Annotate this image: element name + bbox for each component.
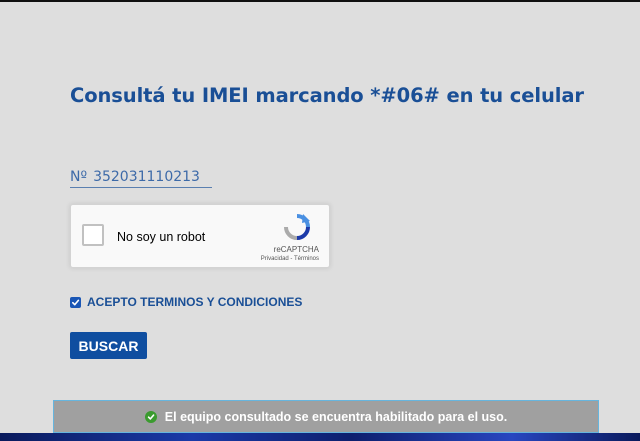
- terms-checkbox[interactable]: [70, 296, 81, 308]
- recaptcha-checkbox[interactable]: [82, 224, 104, 246]
- imei-prefix: Nº: [70, 169, 88, 185]
- page-title: Consultá tu IMEI marcando *#06# en tu ce…: [70, 84, 584, 107]
- imei-field[interactable]: Nº: [70, 167, 212, 188]
- imei-input[interactable]: [93, 169, 204, 185]
- check-circle-icon: [144, 410, 157, 423]
- terms-label: ACEPTO TERMINOS Y CONDICIONES: [87, 295, 303, 309]
- status-message: El equipo consultado se encuentra habili…: [164, 409, 508, 424]
- window-top-edge: [0, 0, 640, 2]
- desktop-background: [0, 433, 640, 441]
- search-button[interactable]: BUSCAR: [70, 332, 147, 359]
- recaptcha-logo-icon: [284, 214, 310, 240]
- terms-checkbox-row[interactable]: ACEPTO TERMINOS Y CONDICIONES: [70, 295, 302, 309]
- recaptcha-widget: No soy un robot reCAPTCHA Privacidad - T…: [70, 204, 330, 268]
- recaptcha-brand: reCAPTCHA: [273, 245, 319, 254]
- checkmark-icon: [71, 299, 80, 305]
- status-banner: El equipo consultado se encuentra habili…: [53, 400, 599, 433]
- recaptcha-links[interactable]: Privacidad - Términos: [261, 256, 319, 262]
- recaptcha-label: No soy un robot: [117, 230, 206, 244]
